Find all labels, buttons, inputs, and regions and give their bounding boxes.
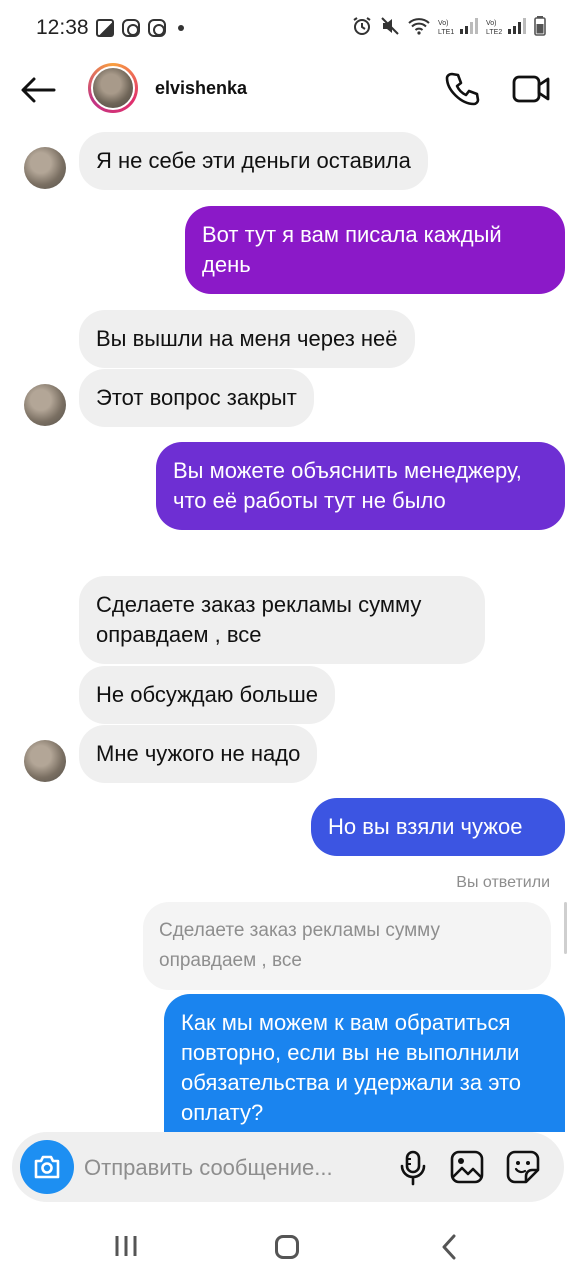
message-thread[interactable]: Я не себе эти деньги оставила Вот тут я … — [0, 122, 576, 1132]
phone-icon — [445, 72, 480, 106]
wifi-icon — [408, 18, 430, 35]
chat-header: elvishenka — [0, 58, 576, 122]
recents-icon — [115, 1236, 137, 1256]
message-outgoing[interactable]: Вот тут я вам писала каждый день — [185, 206, 565, 294]
status-time: 12:38 — [36, 16, 89, 39]
gallery-icon — [450, 1150, 484, 1184]
svg-text:LTE1: LTE1 — [438, 29, 454, 35]
message-incoming[interactable]: Не обсуждаю больше — [79, 666, 336, 724]
reply-quoted-message[interactable]: Сделаете заказ рекламы сумму оправдаем ,… — [143, 902, 551, 990]
home-button[interactable] — [275, 1235, 299, 1259]
battery-icon — [534, 16, 546, 36]
voice-call-button[interactable] — [444, 71, 480, 107]
camera-button[interactable] — [20, 1140, 74, 1194]
alarm-icon — [353, 17, 371, 35]
message-composer — [12, 1132, 564, 1202]
camera-icon — [34, 1155, 60, 1179]
recents-button[interactable] — [114, 1235, 138, 1257]
instagram-notification-icon — [148, 19, 166, 37]
contact-avatar[interactable] — [88, 63, 138, 113]
microphone-button[interactable] — [398, 1150, 428, 1186]
more-notifications-dot-icon — [178, 25, 184, 31]
sender-avatar[interactable] — [24, 147, 66, 189]
mute-icon — [381, 17, 399, 35]
video-camera-icon — [512, 75, 550, 103]
svg-text:LTE2: LTE2 — [486, 29, 502, 35]
sender-avatar[interactable] — [24, 740, 66, 782]
arrow-left-icon — [21, 77, 56, 103]
microphone-icon — [400, 1150, 426, 1186]
message-incoming[interactable]: Этот вопрос закрыт — [79, 369, 314, 427]
message-incoming[interactable]: Я не себе эти деньги оставила — [79, 132, 428, 190]
svg-text:Vo): Vo) — [486, 20, 497, 27]
reply-label: Вы ответили — [456, 874, 550, 891]
system-nav-bar — [0, 1212, 576, 1280]
sticker-icon — [506, 1150, 540, 1184]
video-call-button[interactable] — [512, 72, 550, 106]
message-incoming[interactable]: Мне чужого не надо — [79, 725, 318, 783]
notification-icons — [96, 19, 184, 37]
nav-back-button[interactable] — [440, 1234, 458, 1260]
sender-avatar[interactable] — [24, 384, 66, 426]
svg-text:Vo): Vo) — [438, 20, 449, 27]
scroll-indicator — [564, 902, 567, 954]
signal-sim1-icon: Vo) LTE1 — [438, 18, 478, 35]
gallery-button[interactable] — [450, 1150, 484, 1184]
message-outgoing[interactable]: Как мы можем к вам обратиться повторно, … — [164, 994, 565, 1132]
message-outgoing[interactable]: Но вы взяли чужое — [311, 798, 565, 856]
message-input[interactable] — [84, 1152, 384, 1184]
back-icon — [442, 1234, 456, 1260]
gallery-notification-icon — [96, 19, 114, 37]
sticker-button[interactable] — [506, 1150, 540, 1184]
message-outgoing[interactable]: Вы можете объяснить менеджеру, что её ра… — [156, 442, 565, 530]
signal-sim2-icon: Vo) LTE2 — [486, 18, 526, 35]
status-bar: 12:38 Vo) LTE1 Vo) LTE2 — [0, 0, 576, 58]
back-button[interactable] — [18, 72, 58, 108]
system-icons: Vo) LTE1 Vo) LTE2 — [352, 16, 546, 36]
message-incoming[interactable]: Сделаете заказ рекламы сумму оправдаем ,… — [79, 576, 485, 664]
contact-username[interactable]: elvishenka — [155, 78, 247, 99]
instagram-notification-icon — [122, 19, 140, 37]
message-incoming[interactable]: Вы вышли на меня через неё — [79, 310, 415, 368]
